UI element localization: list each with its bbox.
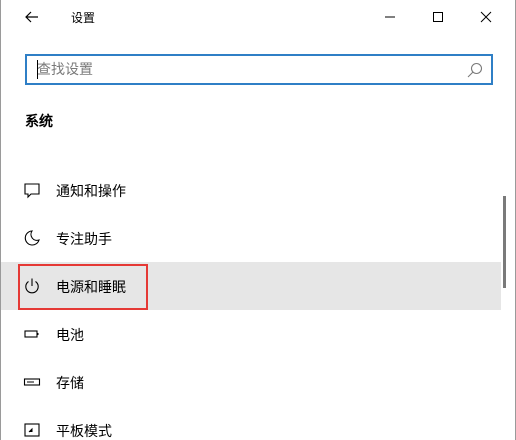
nav-item-tablet-mode[interactable]: 平板模式 (1, 406, 501, 440)
nav-item-battery[interactable]: 电池 (1, 310, 501, 358)
nav-item-notifications[interactable]: 通知和操作 (1, 166, 501, 214)
tablet-icon (23, 421, 41, 439)
text-caret (37, 60, 38, 79)
moon-icon (23, 229, 41, 247)
section-title: 系统 (25, 114, 53, 130)
nav-item-label: 通知和操作 (56, 184, 126, 200)
nav-item-label: 电源和睡眠 (56, 280, 126, 296)
back-button[interactable] (15, 4, 49, 30)
nav-item-storage[interactable]: 存储 (1, 358, 501, 406)
minimize-button[interactable] (367, 0, 413, 34)
nav-list: 通知和操作 专注助手 电源和睡眠 电池 存储 平板模式 (1, 166, 501, 440)
nav-item-label: 存储 (56, 376, 84, 392)
search-icon[interactable] (466, 61, 484, 79)
maximize-button[interactable] (415, 0, 461, 34)
notification-icon (23, 181, 41, 199)
storage-icon (23, 373, 41, 391)
close-button[interactable] (463, 0, 509, 34)
maximize-icon (433, 12, 443, 22)
minimize-icon (385, 16, 395, 18)
settings-window: 设置 系统 (0, 0, 516, 440)
window-title: 设置 (71, 11, 96, 25)
nav-item-label: 电池 (56, 328, 84, 344)
close-icon (480, 11, 492, 23)
back-arrow-icon (25, 11, 38, 23)
battery-icon (23, 325, 41, 343)
nav-item-label: 专注助手 (56, 232, 112, 248)
nav-item-power-sleep[interactable]: 电源和睡眠 (1, 262, 501, 310)
search-box[interactable] (25, 54, 493, 85)
search-input[interactable] (37, 60, 457, 80)
nav-item-focus-assist[interactable]: 专注助手 (1, 214, 501, 262)
title-bar: 设置 (1, 0, 515, 34)
power-icon (23, 277, 41, 295)
scrollbar-thumb[interactable] (503, 196, 506, 288)
nav-item-label: 平板模式 (56, 424, 112, 440)
